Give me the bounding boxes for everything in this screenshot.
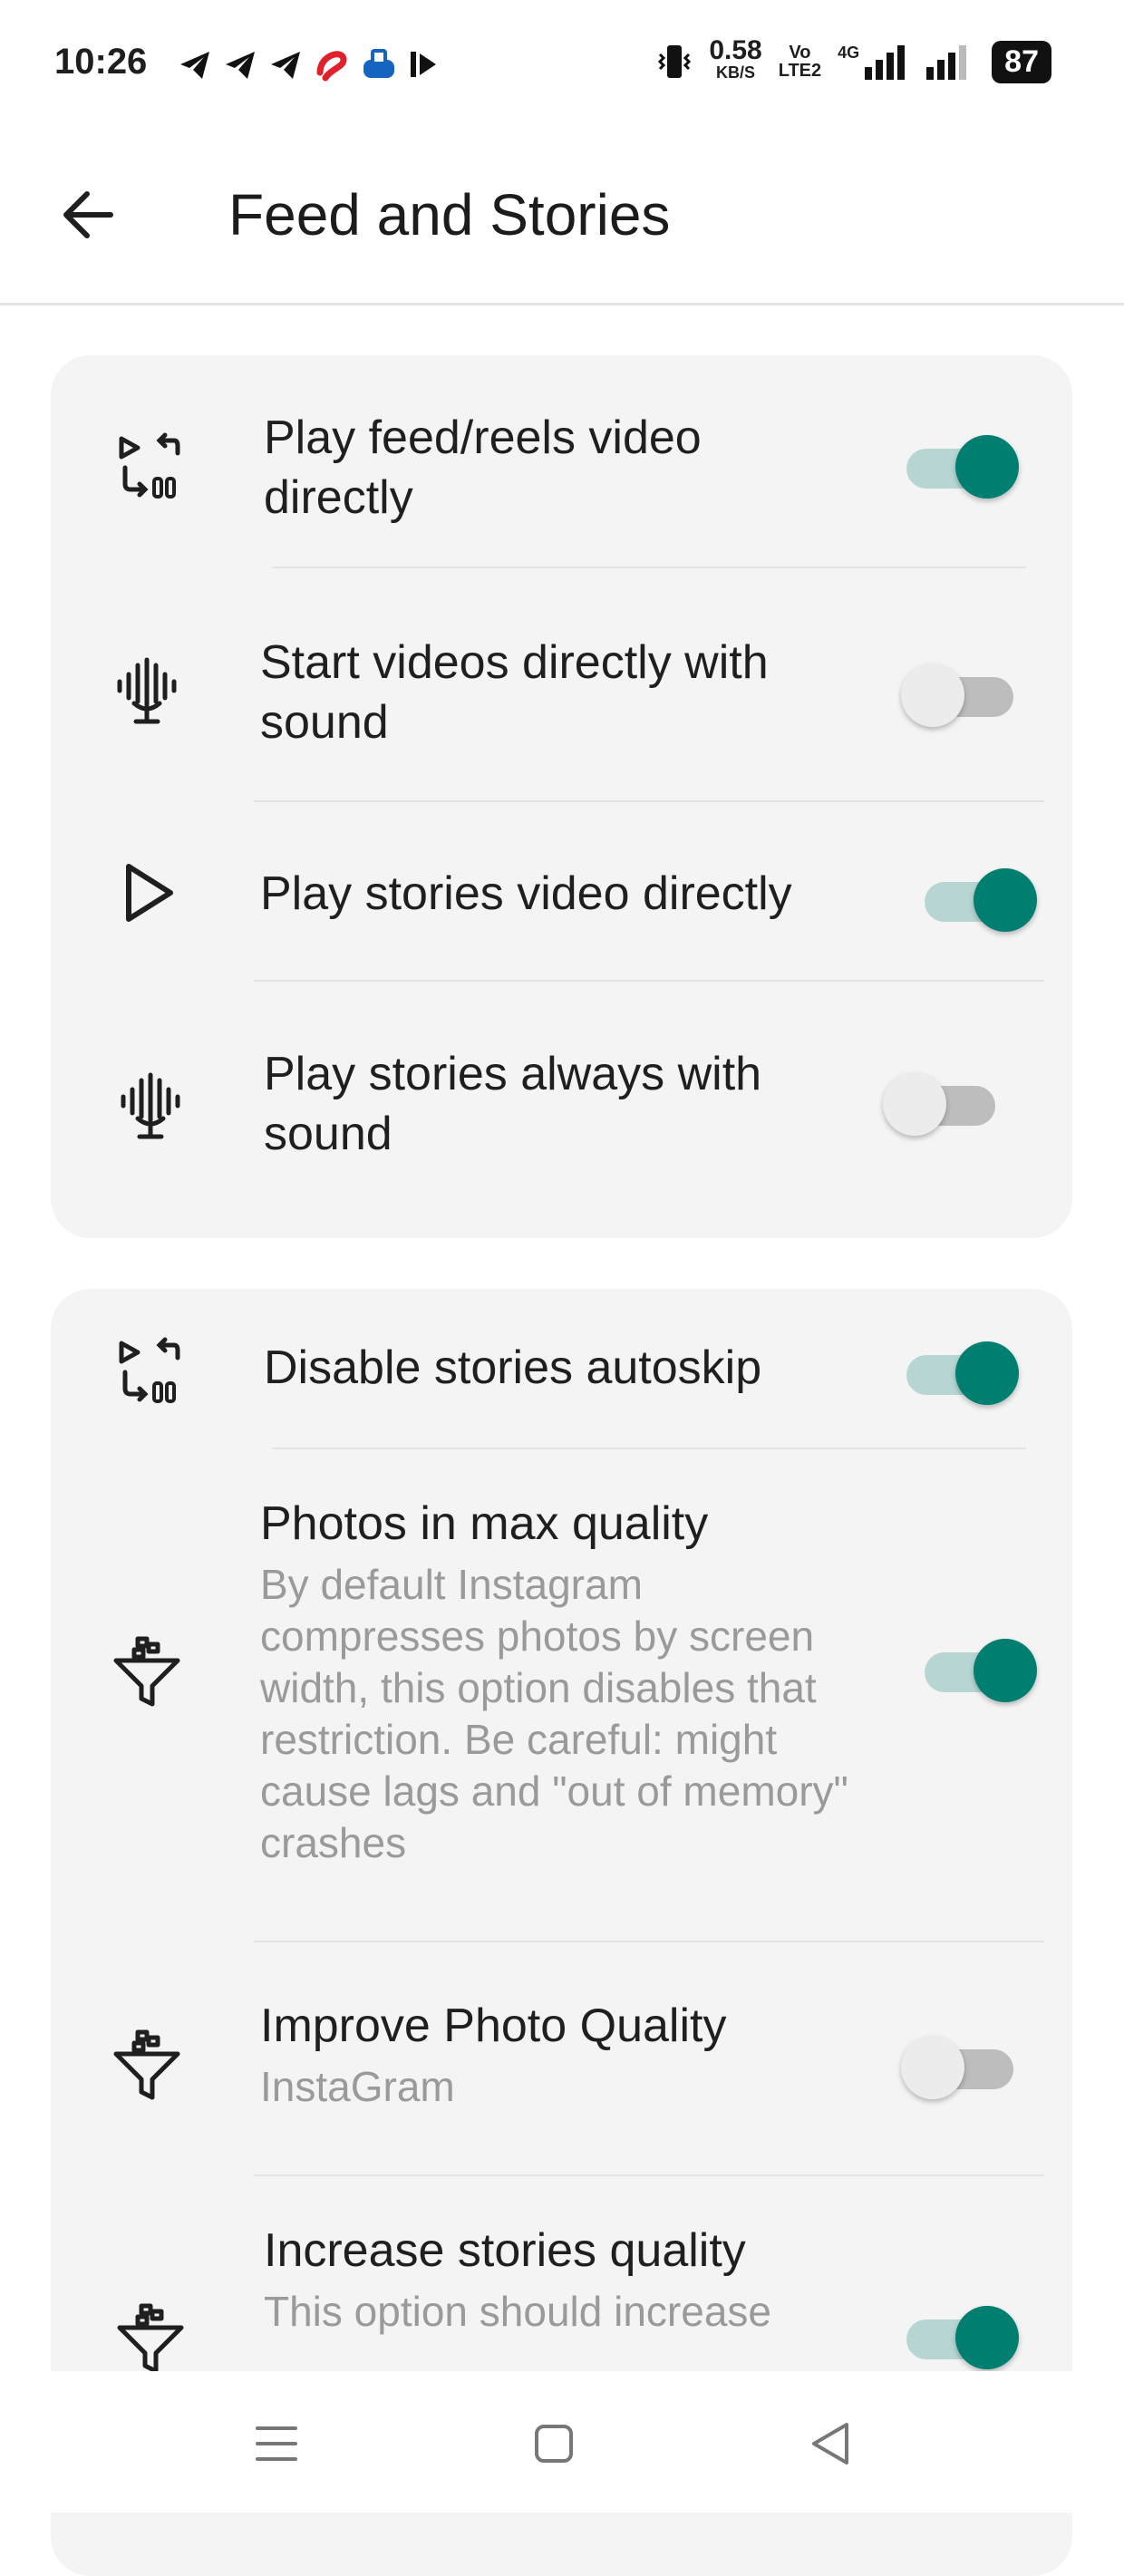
- setting-description: By default Instagram compresses photos b…: [260, 1561, 848, 1866]
- notification-icons: [177, 45, 440, 83]
- toggle-play-feed-video[interactable]: [906, 433, 1019, 499]
- toggle-play-stories-video[interactable]: [925, 867, 1037, 932]
- microphone-icon: [121, 1072, 180, 1139]
- divider: [272, 567, 1026, 568]
- microphone-icon: [117, 657, 177, 724]
- signal-strength-1: 4G: [838, 44, 908, 80]
- divider: [272, 1448, 1026, 1449]
- setting-label: Play stories always with: [264, 1048, 762, 1100]
- toggle-increase-stories-quality[interactable]: [906, 2304, 1019, 2369]
- setting-label: Play stories video directly: [260, 867, 792, 920]
- toggle-disable-stories-autoskip[interactable]: [906, 1340, 1019, 1405]
- setting-label: Start videos directly with: [260, 636, 769, 689]
- app-badge-icon: [363, 49, 394, 78]
- status-time: 10:26: [54, 42, 148, 82]
- filter-icon: [113, 1636, 180, 1707]
- swap-icon: [119, 1337, 180, 1403]
- play-icon: [126, 864, 173, 922]
- home-icon[interactable]: [522, 2412, 586, 2475]
- recents-menu-icon[interactable]: [245, 2412, 308, 2475]
- toggle-improve-photo-quality[interactable]: [901, 2034, 1013, 2099]
- filter-icon: [117, 2303, 184, 2374]
- divider: [254, 2174, 1044, 2176]
- filter-icon: [113, 2029, 180, 2100]
- back-triangle-icon[interactable]: [799, 2412, 863, 2475]
- swap-icon: [119, 432, 180, 499]
- divider: [254, 1941, 1044, 1942]
- setting-row-play-stories-with-sound[interactable]: Play stories always with sound: [51, 983, 1072, 1238]
- media-play-icon: [411, 52, 436, 77]
- settings-card-playback: Play feed/reels video directly Start vid…: [51, 355, 1072, 1238]
- setting-label: sound: [260, 696, 389, 749]
- divider: [254, 980, 1044, 982]
- setting-row-start-videos-with-sound[interactable]: Start videos directly with sound: [51, 569, 1072, 803]
- status-indicators: 0.58 KB/S Vo LTE2 4G 87: [656, 35, 1051, 83]
- setting-label: Play feed/reels video: [264, 412, 702, 464]
- setting-label: Photos in max quality: [260, 1497, 709, 1550]
- telegram-icon: [180, 52, 209, 79]
- back-arrow-icon[interactable]: [56, 183, 120, 247]
- setting-row-play-stories-video[interactable]: Play stories video directly: [51, 803, 1072, 983]
- setting-label: Increase stories quality: [264, 2224, 746, 2277]
- page-title: Feed and Stories: [228, 182, 671, 247]
- status-bar: 10:26 0.58 KB/S Vo LTE2 4G 87: [0, 0, 1124, 127]
- setting-label: directly: [264, 471, 413, 524]
- toggle-start-videos-with-sound[interactable]: [901, 662, 1013, 727]
- setting-description: InstaGram: [260, 2063, 455, 2110]
- app-header: Feed and Stories: [0, 127, 1124, 305]
- vibrate-icon: [658, 45, 692, 78]
- volte-indicator: Vo LTE2: [778, 43, 822, 81]
- telegram-icon: [226, 52, 255, 79]
- setting-row-photos-max-quality[interactable]: Photos in max quality By default Instagr…: [51, 1450, 1072, 1943]
- setting-row-play-feed-video[interactable]: Play feed/reels video directly: [51, 355, 1072, 569]
- setting-row-disable-stories-autoskip[interactable]: Disable stories autoskip: [51, 1289, 1072, 1450]
- signal-icon: [926, 45, 967, 80]
- airtel-icon: [316, 51, 347, 82]
- telegram-icon: [271, 52, 300, 79]
- net-speed: 0.58 KB/S: [709, 35, 762, 82]
- divider: [254, 800, 1044, 802]
- setting-label: Improve Photo Quality: [260, 2000, 727, 2052]
- toggle-play-stories-with-sound[interactable]: [883, 1070, 995, 1136]
- setting-row-improve-photo-quality[interactable]: Improve Photo Quality InstaGram: [51, 1943, 1072, 2177]
- setting-label: Disable stories autoskip: [264, 1341, 762, 1394]
- system-navigation-bar: [0, 2371, 1124, 2513]
- setting-label: sound: [264, 1108, 392, 1160]
- setting-description: This option should increase: [264, 2288, 771, 2335]
- battery-indicator: 87: [992, 40, 1051, 83]
- toggle-photos-max-quality[interactable]: [925, 1637, 1037, 1702]
- signal-icon: [865, 45, 906, 80]
